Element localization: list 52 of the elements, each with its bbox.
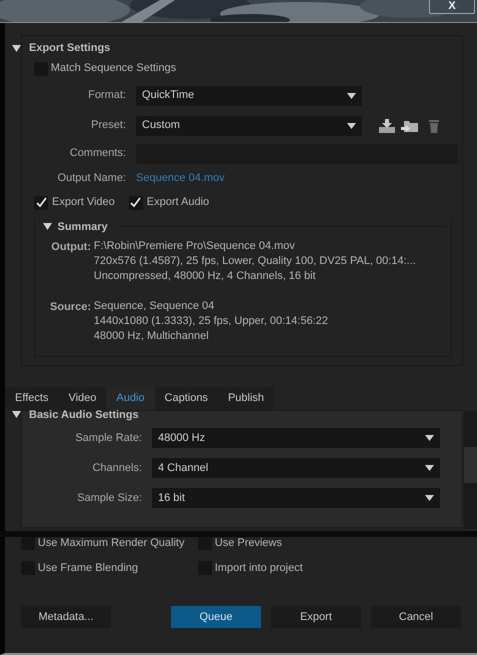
summary-label: Source: bbox=[49, 300, 91, 315]
collapse-triangle-icon[interactable] bbox=[12, 411, 21, 418]
dropdown[interactable]: QuickTime bbox=[136, 86, 362, 106]
tab[interactable]: Video bbox=[58, 387, 106, 410]
collapse-triangle-icon[interactable] bbox=[12, 44, 21, 52]
tab[interactable]: Effects bbox=[5, 387, 58, 410]
output-name-link[interactable]: Sequence 04.mov bbox=[136, 170, 225, 187]
summary-text: 1440x1080 (1.3333), 25 fps, Upper, 00:14:56:22 bbox=[94, 314, 328, 329]
caret-icon[interactable] bbox=[347, 122, 356, 128]
tab[interactable]: Captions bbox=[154, 387, 218, 410]
caret-icon[interactable] bbox=[425, 465, 434, 471]
dropdown[interactable]: 48000 Hz bbox=[152, 428, 440, 448]
close-button[interactable]: X bbox=[429, 0, 475, 14]
dropdown[interactable]: 4 Channel bbox=[152, 458, 440, 478]
button[interactable]: Export bbox=[271, 606, 361, 628]
button[interactable]: Queue bbox=[171, 606, 261, 628]
checkbox[interactable] bbox=[21, 536, 35, 550]
summary-text: F:\Robin\Premiere Pro\Sequence 04.mov bbox=[94, 239, 296, 254]
field-label: Output Name: bbox=[56, 171, 126, 186]
field-label: Channels: bbox=[91, 460, 142, 476]
checkbox-label: Match Sequence Settings bbox=[50, 61, 176, 76]
caret-icon[interactable] bbox=[347, 92, 356, 98]
checkbox-label: Export Audio bbox=[146, 195, 210, 210]
field-label: Preset: bbox=[90, 118, 126, 134]
checkbox[interactable] bbox=[198, 536, 212, 550]
checkbox-label: Use Frame Blending bbox=[38, 560, 138, 576]
checkbox-label: Import into project bbox=[214, 560, 303, 576]
collapse-triangle-icon[interactable] bbox=[43, 223, 52, 230]
section-title: Basic Audio Settings bbox=[29, 408, 139, 422]
field-label: Comments: bbox=[68, 146, 126, 162]
section-title: Summary bbox=[58, 220, 108, 234]
checkbox-label: Use Previews bbox=[214, 536, 282, 551]
summary-text: 720x576 (1.4587), 25 fps, Lower, Quality 100, DV25 PAL, 00:14:... bbox=[94, 254, 416, 269]
summary-text: Sequence, Sequence 04 bbox=[94, 299, 216, 314]
button[interactable]: Cancel bbox=[371, 606, 461, 628]
dropdown[interactable]: 16 bit bbox=[152, 488, 440, 508]
checkbox-label: Use Maximum Render Quality bbox=[38, 536, 184, 551]
download-icon[interactable] bbox=[378, 118, 396, 134]
dropdown[interactable]: Custom bbox=[136, 116, 362, 136]
caret-icon[interactable] bbox=[425, 495, 434, 501]
checkbox[interactable] bbox=[128, 196, 143, 210]
checkbox[interactable] bbox=[34, 196, 48, 210]
summary-text: Uncompressed, 48000 Hz, 4 Channels, 16 bit bbox=[94, 269, 317, 284]
summary-label: Output: bbox=[50, 240, 91, 255]
caret-icon[interactable] bbox=[425, 435, 434, 441]
checkbox-label: Export Video bbox=[52, 195, 115, 210]
tab[interactable]: Publish bbox=[218, 387, 274, 410]
field-label: Sample Rate: bbox=[74, 430, 142, 446]
field-label: Format: bbox=[87, 88, 126, 104]
summary-text: 48000 Hz, Multichannel bbox=[94, 329, 210, 344]
button[interactable]: Metadata... bbox=[21, 606, 111, 628]
field-label: Sample Size: bbox=[76, 490, 142, 506]
